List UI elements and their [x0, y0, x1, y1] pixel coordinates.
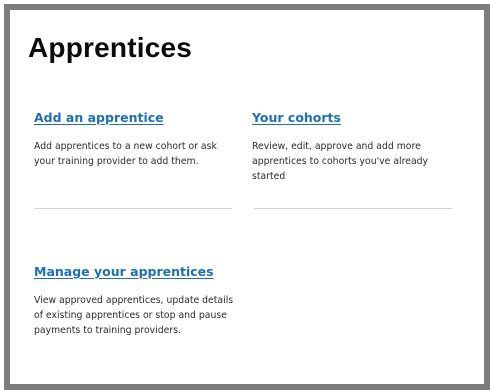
- your-cohorts-card: Your cohorts Review, edit, approve and a…: [252, 110, 452, 184]
- manage-apprentices-link[interactable]: Manage your apprentices: [34, 264, 244, 279]
- card-divider: [34, 208, 232, 209]
- manage-apprentices-card: Manage your apprentices View approved ap…: [34, 264, 244, 338]
- card-divider: [254, 208, 452, 209]
- your-cohorts-link[interactable]: Your cohorts: [252, 110, 452, 125]
- add-apprentice-description: Add apprentices to a new cohort or ask y…: [34, 141, 217, 167]
- screenshot-frame: Apprentices Add an apprentice Add appren…: [4, 4, 490, 390]
- page-title: Apprentices: [28, 32, 193, 63]
- your-cohorts-description: Review, edit, approve and add more appre…: [252, 141, 429, 182]
- manage-apprentices-description: View approved apprentices, update detail…: [34, 295, 234, 336]
- add-apprentice-link[interactable]: Add an apprentice: [34, 110, 239, 125]
- add-apprentice-card: Add an apprentice Add apprentices to a n…: [34, 110, 239, 169]
